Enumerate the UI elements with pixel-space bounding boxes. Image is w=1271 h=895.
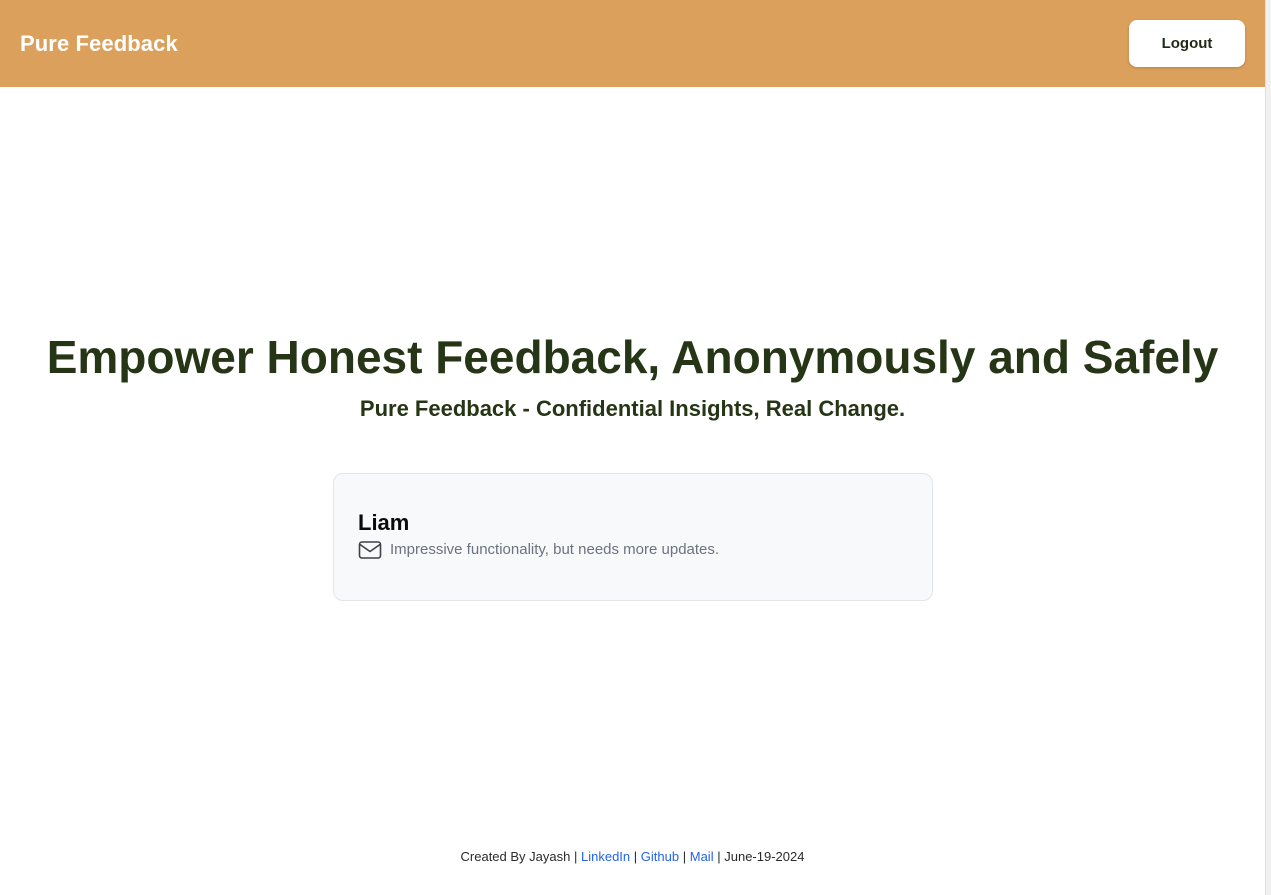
github-link[interactable]: Github	[641, 849, 679, 864]
card-name: Liam	[358, 510, 410, 535]
feedback-card: Liam Impressive functionality, but needs…	[333, 473, 933, 601]
footer-date: June-19-2024	[724, 849, 805, 864]
mail-icon	[358, 540, 382, 560]
footer-created-by: Created By Jayash	[460, 849, 571, 864]
linkedin-link[interactable]: LinkedIn	[581, 849, 630, 864]
brand-logo-text[interactable]: Pure Feedback	[20, 31, 178, 57]
logout-button[interactable]: Logout	[1129, 20, 1245, 67]
hero-title: Empower Honest Feedback, Anonymously and…	[46, 331, 1219, 383]
hero-subtitle: Pure Feedback - Confidential Insights, R…	[359, 396, 906, 421]
mail-link[interactable]: Mail	[690, 849, 714, 864]
card-message-row: Impressive functionality, but needs more…	[358, 540, 908, 560]
page: Pure Feedback Logout Empower Honest Feed…	[0, 0, 1265, 895]
navbar: Pure Feedback Logout	[0, 0, 1265, 87]
vertical-scrollbar[interactable]	[1265, 0, 1271, 895]
footer-separator: |	[682, 849, 687, 864]
footer-separator: |	[633, 849, 638, 864]
footer: Created By Jayash | LinkedIn | Github | …	[0, 848, 1265, 866]
footer-separator: |	[573, 849, 578, 864]
footer-separator: |	[717, 849, 721, 864]
card-message: Impressive functionality, but needs more…	[390, 541, 720, 558]
